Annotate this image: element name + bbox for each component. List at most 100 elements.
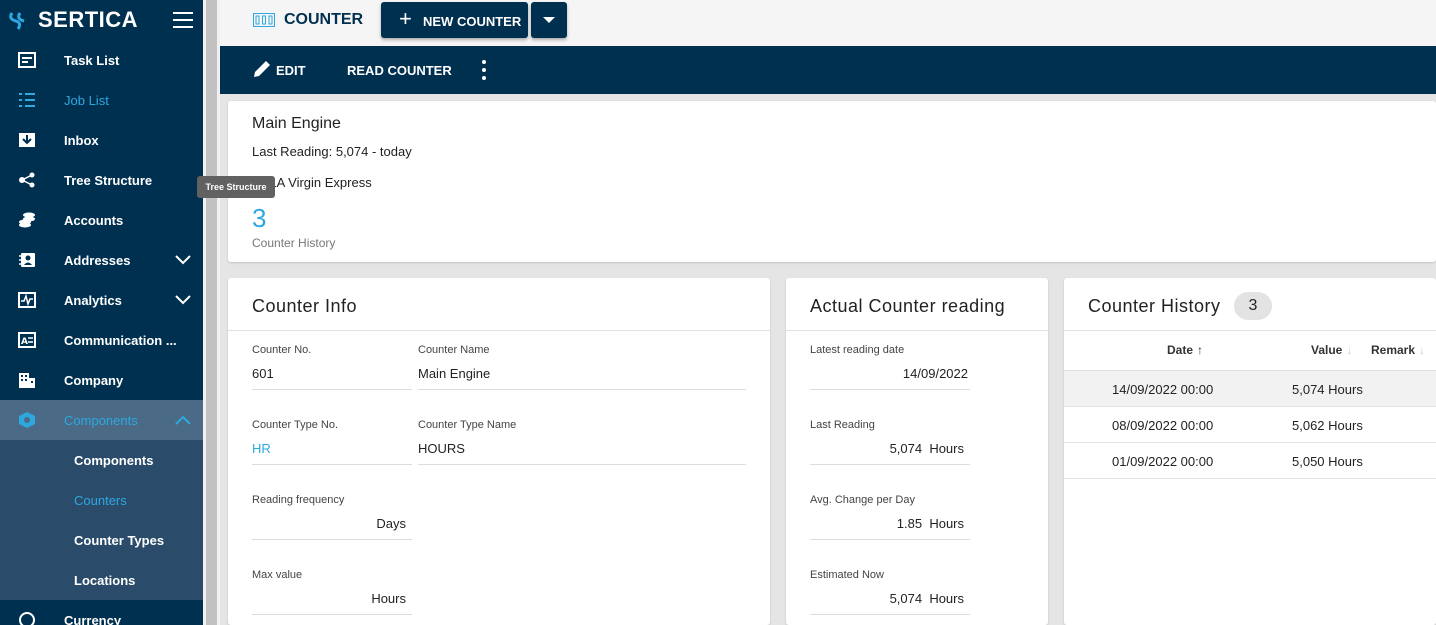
subnav-item-components[interactable]: Components (0, 440, 203, 480)
sidebar-item-addresses[interactable]: Addresses (0, 240, 203, 280)
sidebar-item-tree-structure[interactable]: Tree Structure (0, 160, 203, 200)
tooltip: Tree Structure (197, 176, 275, 198)
cell-date: 14/09/2022 00:00 (1112, 382, 1214, 397)
sidebar-item-label: Task List (64, 53, 120, 68)
chevron-up-icon[interactable] (175, 413, 191, 427)
field-label: Counter No. (252, 344, 312, 356)
action-bar: EDIT READ COUNTER (220, 46, 1436, 94)
field-label: Counter Type Name (418, 419, 517, 431)
actual-reading-card: Actual Counter reading Latest reading da… (786, 278, 1048, 625)
card-title: Counter History (1088, 296, 1221, 316)
history-count[interactable]: 3 (252, 203, 266, 234)
reading-frequency-field[interactable]: Reading frequency Days (252, 494, 412, 549)
field-value: HOURS (418, 441, 465, 456)
divider (786, 330, 1048, 331)
currency-icon (19, 612, 35, 625)
scrollbar-thumb[interactable] (206, 0, 217, 625)
pencil-icon[interactable] (252, 59, 272, 79)
divider (228, 330, 770, 331)
counter-name: Main Engine (252, 115, 341, 132)
new-counter-button[interactable]: + NEW COUNTER (381, 2, 528, 38)
sidebar-item-label: Company (64, 373, 124, 388)
counter-summary-card: Main Engine Last Reading: 5,074 - today … (228, 101, 1436, 262)
sidebar-item-label: Inbox (64, 133, 99, 148)
sidebar-item-label: Addresses (64, 253, 131, 268)
field-underline (252, 539, 412, 540)
svg-text:A: A (21, 337, 28, 347)
field-underline (418, 464, 746, 465)
counter-type-link[interactable]: HR (252, 441, 412, 456)
page-header: COUNTER + NEW COUNTER (220, 0, 1436, 46)
new-counter-dropdown-button[interactable] (531, 2, 567, 38)
sidebar-item-communication[interactable]: A Communication ... (0, 320, 203, 360)
counter-type-name-field[interactable]: Counter Type Name HOURS (418, 419, 746, 474)
sidebar-item-label: Components (64, 413, 138, 428)
subnav-item-locations[interactable]: Locations (0, 560, 203, 600)
field-value: Main Engine (418, 366, 491, 381)
sidebar-item-inbox[interactable]: Inbox (0, 120, 203, 160)
subnav-item-counter-types[interactable]: Counter Types (0, 520, 203, 560)
column-header-label: Date (1167, 343, 1194, 357)
field-value: Days (376, 516, 406, 531)
field-label: Avg. Change per Day (810, 494, 915, 506)
field-label: Counter Name (418, 344, 490, 356)
hamburger-menu-icon[interactable] (173, 12, 193, 28)
column-header-label: Value (1311, 343, 1343, 357)
field-label: Counter Type No. (252, 419, 339, 431)
components-hexagon-icon (19, 412, 35, 428)
column-header-remark[interactable]: Remark ↓ (1371, 343, 1425, 357)
components-subnav: Components Counters Counter Types Locati… (0, 440, 203, 600)
field-label: Last Reading (810, 419, 875, 431)
field-underline (810, 539, 970, 540)
field-label: Latest reading date (810, 344, 905, 356)
field-value: 5,074 Hours (889, 591, 964, 606)
column-header-date[interactable]: Date ↑ (1167, 343, 1203, 357)
new-counter-label: NEW COUNTER (423, 14, 522, 29)
sidebar-item-components[interactable]: Components (0, 400, 203, 440)
sidebar-item-label: Tree Structure (64, 173, 153, 188)
subnav-item-counters[interactable]: Counters (0, 480, 203, 520)
sidebar-item-accounts[interactable]: Accounts (0, 200, 203, 240)
field-value: 601 (252, 366, 274, 381)
latest-reading-date-field: Latest reading date 14/09/2022 (810, 344, 970, 399)
subnav-item-label: Components (74, 453, 154, 468)
counter-no-field[interactable]: Counter No. 601 (252, 344, 412, 399)
field-underline (252, 389, 412, 390)
column-header-value[interactable]: Value ↓ (1311, 343, 1352, 357)
counter-type-no-field[interactable]: Counter Type No. HR (252, 419, 412, 474)
sidebar-item-currency[interactable]: Currency (0, 600, 203, 625)
sort-arrow-down-icon: ↓ (1419, 343, 1426, 357)
brand-name: SERTICA (38, 7, 139, 32)
subnav-item-label: Counters (74, 493, 127, 508)
field-underline (810, 614, 970, 615)
table-row[interactable]: 01/09/2022 00:00 5,050 Hours (1064, 443, 1436, 479)
counter-history-card: Counter History 3 Date ↑ Value ↓ Remark ↓ 1… (1064, 278, 1436, 625)
field-underline (810, 464, 970, 465)
sidebar-item-label: Currency (64, 613, 122, 625)
max-value-field[interactable]: Max value Hours (252, 569, 412, 624)
field-value: 5,074 Hours (889, 441, 964, 456)
counter-info-card: Counter Info Counter No. 601 Counter Nam… (228, 278, 770, 625)
table-row[interactable]: 08/09/2022 00:00 5,062 Hours (1064, 407, 1436, 443)
task-list-icon (18, 52, 36, 68)
read-counter-button[interactable]: READ COUNTER (347, 63, 452, 78)
sidebar-item-company[interactable]: Company (0, 360, 203, 400)
sidebar-scrollbar[interactable] (203, 0, 220, 625)
counter-name-field[interactable]: Counter Name Main Engine (418, 344, 746, 399)
edit-button[interactable]: EDIT (276, 63, 306, 78)
cell-value: 5,050 Hours (1292, 454, 1363, 469)
history-count-label: Counter History (252, 236, 336, 250)
chevron-down-icon[interactable] (175, 293, 191, 307)
sidebar-item-task-list[interactable]: Task List (0, 40, 203, 80)
sidebar-item-job-list[interactable]: Job List (0, 80, 203, 120)
estimated-now-field: Estimated Now 5,074 Hours (810, 569, 970, 624)
sidebar: SERTICA Task List Job List Inbox Tree St… (0, 0, 203, 625)
field-underline (252, 614, 412, 615)
analytics-icon (18, 292, 36, 308)
cell-date: 08/09/2022 00:00 (1112, 418, 1214, 433)
sidebar-item-analytics[interactable]: Analytics (0, 280, 203, 320)
more-vert-icon[interactable] (482, 60, 486, 80)
chevron-down-icon[interactable] (175, 253, 191, 267)
table-row[interactable]: 14/09/2022 00:00 5,074 Hours (1064, 371, 1436, 407)
building-icon (19, 373, 35, 388)
